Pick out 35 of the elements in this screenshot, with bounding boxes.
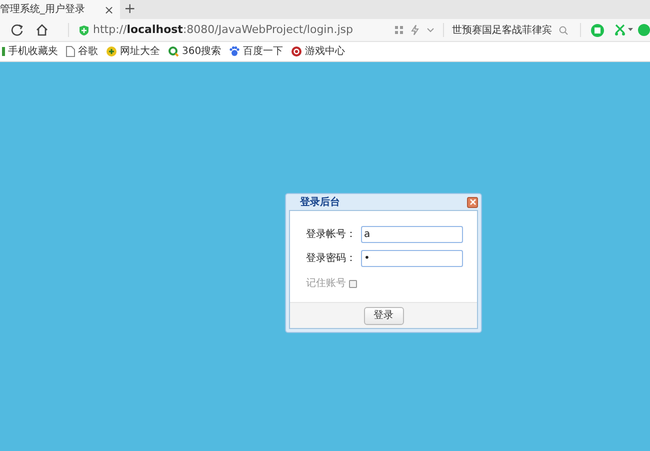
input-field[interactable]: • <box>361 250 463 267</box>
browser-tab[interactable]: 管理系统_用户登录 × <box>0 0 120 19</box>
close-icon <box>470 199 476 205</box>
dialog-title: 登录后台 <box>300 196 340 210</box>
bookmark-item[interactable]: 游戏中心 <box>291 44 346 59</box>
shield-icon <box>79 24 89 36</box>
url-text[interactable]: http://localhost:8080/JavaWebProject/login.jsp <box>93 22 353 38</box>
close-button[interactable] <box>467 196 478 208</box>
bookmark-item[interactable]: 网址大全 <box>106 44 160 59</box>
bookmark-item[interactable]: 谷歌 <box>66 44 98 59</box>
search-icon <box>168 46 179 57</box>
chevron-icon[interactable] <box>427 28 434 32</box>
lightning-icon[interactable] <box>411 25 419 35</box>
login-button[interactable]: 登录 <box>364 306 404 324</box>
circle-icon[interactable] <box>638 24 650 36</box>
reload-icon[interactable] <box>11 24 23 36</box>
remember-label: 记住账号 <box>306 276 346 291</box>
bookmark-item[interactable]: 百度一下 <box>229 44 284 59</box>
home-icon[interactable] <box>36 24 48 36</box>
close-icon[interactable]: × <box>104 4 114 16</box>
remember-checkbox[interactable] <box>349 280 357 288</box>
search-field[interactable]: 世预赛国足客战菲律宾 <box>452 22 557 38</box>
dropdown-icon[interactable] <box>628 28 633 32</box>
phone-icon <box>2 47 5 56</box>
input-field[interactable]: a <box>361 226 463 243</box>
field-label: 登录密码： <box>306 252 357 266</box>
paw-icon <box>229 46 240 57</box>
scissors-icon[interactable] <box>614 24 626 36</box>
grid-icon[interactable] <box>395 26 403 34</box>
bookmark-item[interactable]: 手机收藏夹 <box>2 44 58 59</box>
page-icon <box>66 46 75 57</box>
new-tab-button[interactable]: + <box>124 0 136 19</box>
field-label: 登录帐号： <box>306 228 357 242</box>
bookmark-item[interactable]: 360搜索 <box>168 44 222 59</box>
search-icon[interactable] <box>559 26 568 34</box>
